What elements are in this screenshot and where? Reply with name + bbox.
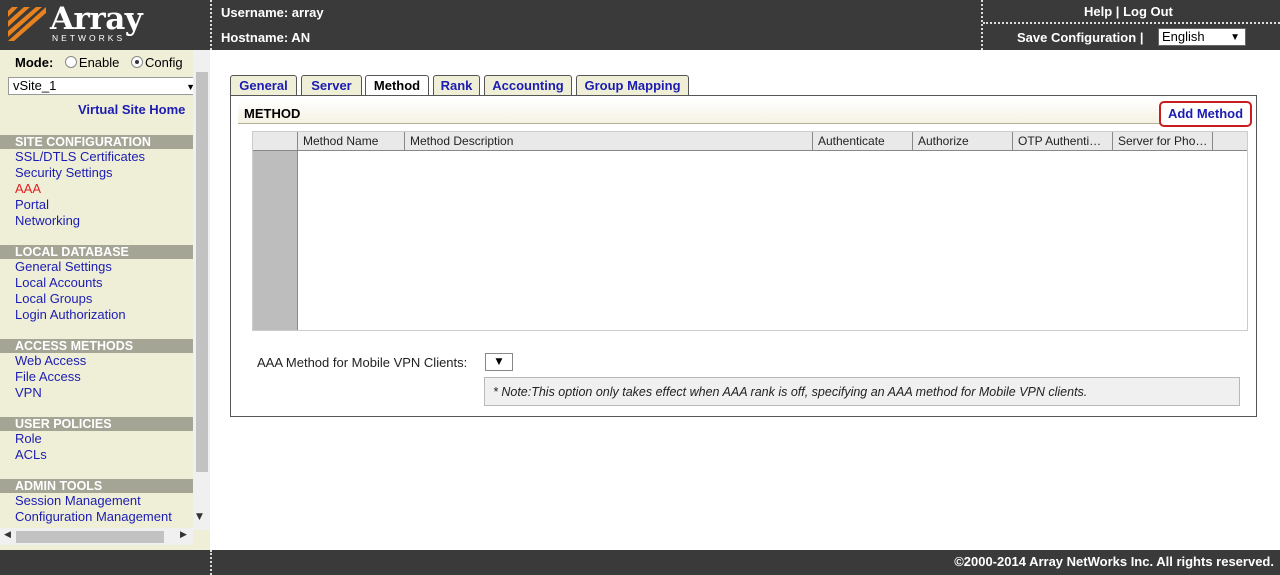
language-select[interactable]: English ▼ (1158, 28, 1246, 46)
tab-general[interactable]: General (230, 75, 297, 96)
sidebar-item-vpn[interactable]: VPN (15, 385, 42, 401)
panel-title: METHOD (244, 106, 301, 121)
sidebar-item-role[interactable]: Role (15, 431, 42, 447)
table-row-gutter (253, 151, 298, 330)
scroll-down-arrow-icon[interactable]: ▼ (196, 512, 203, 522)
chevron-down-icon: ▼ (1230, 32, 1240, 43)
logo-mark-icon (8, 7, 46, 41)
mode-enable-label: Enable (78, 55, 120, 70)
tab-rank[interactable]: Rank (433, 75, 480, 96)
virtual-site-value: vSite_1 (13, 78, 57, 93)
scroll-left-arrow-icon[interactable]: ◀ (4, 530, 11, 540)
header-divider-right (981, 0, 983, 50)
username-label: Username: array (221, 5, 324, 20)
sidebar-item-local-groups[interactable]: Local Groups (15, 291, 92, 307)
tab-server[interactable]: Server (301, 75, 362, 96)
column-otp-authentication[interactable]: OTP Authenti… (1013, 132, 1113, 151)
virtual-site-home-link[interactable]: Virtual Site Home (78, 102, 185, 117)
sidebar-item-web-access[interactable]: Web Access (15, 353, 86, 369)
virtual-site-select[interactable]: vSite_1 ▼ (8, 77, 198, 95)
header-divider-horizontal (983, 22, 1280, 24)
sidebar-item-login-authorization[interactable]: Login Authorization (15, 307, 126, 323)
language-value: English (1162, 29, 1205, 44)
scroll-right-arrow-icon[interactable]: ▶ (180, 530, 187, 540)
sidebar-horizontal-scroll-thumb[interactable] (16, 531, 164, 543)
mobile-vpn-method-label: AAA Method for Mobile VPN Clients: (257, 355, 468, 370)
footer-divider (210, 550, 212, 575)
footer: ©2000-2014 Array NetWorks Inc. All right… (0, 550, 1280, 575)
mode-label: Mode: (15, 55, 54, 70)
logout-link[interactable]: Log Out (1123, 4, 1173, 19)
sidebar-item-session-management[interactable]: Session Management (15, 493, 141, 509)
sidebar-item-ssl-dtls-certificates[interactable]: SSL/DTLS Certificates (15, 149, 145, 165)
tab-group-mapping[interactable]: Group Mapping (576, 75, 689, 96)
column-authenticate[interactable]: Authenticate (813, 132, 913, 151)
logo-subtext: NETWORKS (52, 33, 126, 43)
sidebar-item-file-access[interactable]: File Access (15, 369, 81, 385)
column-method-description[interactable]: Method Description (405, 132, 813, 151)
header-separator: | (1139, 30, 1144, 45)
section-user-policies: USER POLICIES (0, 417, 193, 431)
hostname-label: Hostname: AN (221, 30, 311, 45)
mode-config-label: Config (145, 55, 183, 70)
save-configuration-link[interactable]: Save Configuration (1017, 30, 1136, 45)
column-authorize[interactable]: Authorize (913, 132, 1013, 151)
array-networks-logo: Array NETWORKS (0, 0, 210, 50)
chevron-down-icon: ▼ (495, 357, 503, 367)
method-panel: METHOD Add Method Method Name Method Des… (230, 95, 1257, 417)
section-admin-tools: ADMIN TOOLS (0, 479, 193, 493)
mode-config-radio[interactable] (131, 56, 144, 68)
logo-text: Array (50, 1, 143, 37)
sidebar-vertical-scroll-thumb[interactable] (196, 72, 208, 472)
sidebar-item-security-settings[interactable]: Security Settings (15, 165, 113, 181)
top-header: Array NETWORKS Username: array Hostname:… (0, 0, 1280, 50)
sidebar: Mode: Enable Config vSite_1 ▼ Virtual Si… (0, 50, 210, 550)
sidebar-item-general-settings[interactable]: General Settings (15, 259, 112, 275)
header-divider (210, 0, 212, 50)
tab-method[interactable]: Method (365, 75, 429, 97)
sidebar-item-configuration-management[interactable]: Configuration Management (15, 509, 172, 525)
mobile-vpn-method-select[interactable]: ▼ (485, 353, 513, 371)
sidebar-item-portal[interactable]: Portal (15, 197, 49, 213)
table-header-gutter (253, 132, 298, 151)
method-table: Method Name Method Description Authentic… (252, 131, 1248, 331)
section-site-configuration: SITE CONFIGURATION (0, 135, 193, 149)
column-server-for-phone[interactable]: Server for Pho… (1113, 132, 1213, 151)
sidebar-item-local-accounts[interactable]: Local Accounts (15, 275, 102, 291)
tab-accounting[interactable]: Accounting (484, 75, 572, 96)
header-separator: | (1115, 4, 1120, 19)
copyright-text: ©2000-2014 Array NetWorks Inc. All right… (954, 554, 1274, 569)
section-local-database: LOCAL DATABASE (0, 245, 193, 259)
sidebar-item-acls[interactable]: ACLs (15, 447, 47, 463)
panel-title-bar: METHOD (238, 100, 1249, 124)
mode-selector: Mode: Enable Config (15, 55, 183, 70)
mobile-vpn-note: * Note:This option only takes effect whe… (484, 377, 1240, 406)
sidebar-item-networking[interactable]: Networking (15, 213, 80, 229)
column-method-name[interactable]: Method Name (298, 132, 405, 151)
mode-enable-radio[interactable] (64, 56, 77, 68)
section-access-methods: ACCESS METHODS (0, 339, 193, 353)
help-link[interactable]: Help (1084, 4, 1112, 19)
sidebar-item-aaa[interactable]: AAA (15, 181, 41, 197)
add-method-button[interactable]: Add Method (1159, 101, 1252, 127)
table-header: Method Name Method Description Authentic… (253, 132, 1247, 151)
